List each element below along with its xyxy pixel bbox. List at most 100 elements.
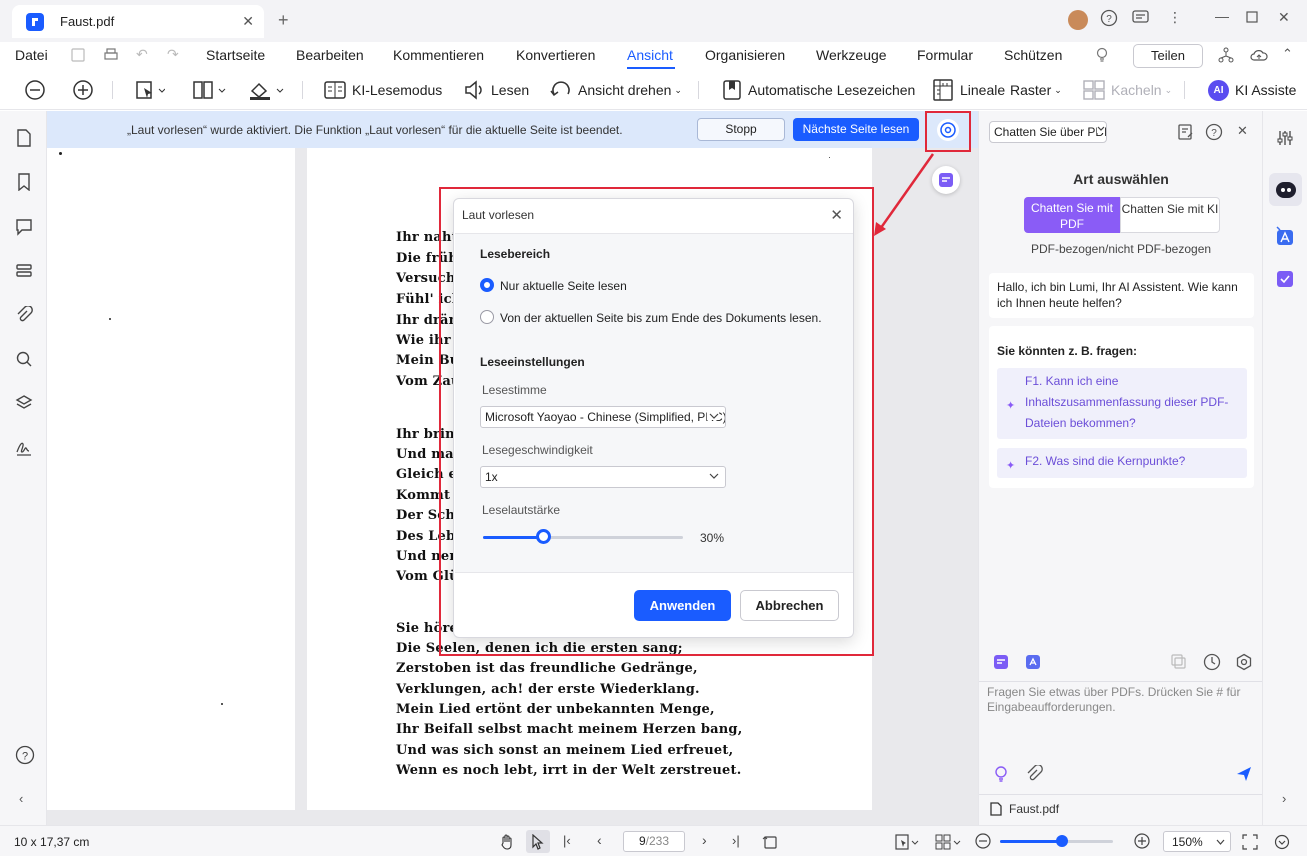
- menu-werkzeuge[interactable]: Werkzeuge: [816, 47, 887, 63]
- lesen-button[interactable]: Lesen: [463, 78, 529, 102]
- layers-icon[interactable]: [15, 394, 33, 412]
- background-color-icon[interactable]: [248, 78, 284, 102]
- undo-icon[interactable]: ↶: [136, 46, 148, 63]
- help-circle-icon[interactable]: ?: [15, 745, 35, 765]
- properties-icon[interactable]: [1276, 129, 1294, 147]
- document-tab[interactable]: Faust.pdf ✕: [12, 5, 264, 38]
- divider: [979, 681, 1263, 682]
- attach-icon[interactable]: [1025, 765, 1043, 783]
- send-icon[interactable]: [1235, 765, 1253, 783]
- workflow-icon[interactable]: [1218, 47, 1234, 63]
- raster-button[interactable]: Raster ⌄: [1010, 78, 1062, 102]
- help-icon[interactable]: ?: [1100, 9, 1118, 27]
- chat-with-pdf-button[interactable]: Chatten Sie mit PDF: [1024, 197, 1120, 233]
- menu-startseite[interactable]: Startseite: [206, 47, 265, 63]
- last-page-icon[interactable]: ›|: [732, 833, 740, 848]
- zoom-in-icon[interactable]: [1133, 832, 1151, 850]
- menu-schuetzen[interactable]: Schützen: [1004, 47, 1062, 63]
- previous-page-icon[interactable]: ‹: [597, 832, 602, 848]
- collapse-ribbon-icon[interactable]: ⌃: [1282, 46, 1293, 62]
- translate-icon[interactable]: [1275, 226, 1295, 246]
- menu-kommentieren[interactable]: Kommentieren: [393, 47, 484, 63]
- ki-lesemodus-button[interactable]: KI-Lesemodus: [324, 78, 442, 102]
- lightbulb-icon[interactable]: [1094, 46, 1110, 64]
- feedback-icon[interactable]: [1132, 10, 1149, 26]
- new-chat-icon[interactable]: [1177, 123, 1195, 141]
- select-tool-icon[interactable]: [135, 78, 165, 102]
- ki-assistent-button[interactable]: AI KI Assiste: [1208, 78, 1296, 102]
- menu-konvertieren[interactable]: Konvertieren: [516, 47, 595, 63]
- tab-close-icon[interactable]: ✕: [242, 13, 254, 30]
- comments-icon[interactable]: [15, 218, 33, 236]
- zoom-slider-thumb[interactable]: [1056, 835, 1069, 847]
- ai-robot-icon[interactable]: [1275, 180, 1297, 200]
- text-line: Und was sich sonst an meinem Lied erfreu…: [396, 743, 734, 758]
- fullscreen-icon[interactable]: [1242, 834, 1258, 850]
- chat-input[interactable]: Fragen Sie etwas über PDFs. Drücken Sie …: [987, 685, 1247, 715]
- lineale-button[interactable]: Lineale: [932, 78, 1005, 102]
- auto-bookmarks-button[interactable]: Automatische Lesezeichen: [722, 78, 915, 102]
- page-display-icon[interactable]: [935, 834, 961, 850]
- search-icon[interactable]: [15, 350, 33, 368]
- first-page-icon[interactable]: |‹: [563, 833, 571, 848]
- prompt-lightbulb-icon[interactable]: [993, 765, 1009, 783]
- avatar[interactable]: [1068, 10, 1088, 30]
- rotate-page-icon[interactable]: [762, 834, 778, 850]
- next-page-read-button[interactable]: Nächste Seite lesen: [793, 118, 919, 141]
- close-window-icon[interactable]: ✕: [1278, 9, 1290, 26]
- page-layout-icon[interactable]: [192, 78, 226, 102]
- page-speck: [109, 318, 111, 320]
- panel-close-icon[interactable]: ✕: [1237, 123, 1248, 139]
- translate-chat-icon[interactable]: [1025, 654, 1041, 670]
- minimize-icon[interactable]: —: [1215, 8, 1229, 24]
- zoom-in-icon[interactable]: [72, 78, 94, 102]
- save-icon[interactable]: [70, 47, 86, 63]
- ansicht-drehen-button[interactable]: Ansicht drehen ⌄: [550, 78, 682, 102]
- kacheln-button[interactable]: Kacheln ⌄: [1083, 78, 1172, 102]
- suggestion-q2[interactable]: ✦ F2. Was sind die Kernpunkte?: [997, 448, 1247, 478]
- menu-formular[interactable]: Formular: [917, 47, 973, 63]
- expand-panel-icon[interactable]: ›: [1282, 791, 1286, 806]
- print-icon[interactable]: [103, 47, 119, 63]
- next-page-icon[interactable]: ›: [702, 832, 707, 848]
- redo-icon[interactable]: ↷: [167, 46, 179, 63]
- check-task-icon[interactable]: [1276, 270, 1294, 288]
- more-icon[interactable]: ⋮: [1168, 9, 1182, 26]
- suggestion-q1[interactable]: ✦ F1. Kann ich eine Inhaltszusammenfassu…: [997, 368, 1247, 439]
- settings-icon[interactable]: [1235, 653, 1253, 671]
- zoom-level-select[interactable]: 150%: [1163, 831, 1231, 852]
- zoom-out-icon[interactable]: [24, 78, 46, 102]
- menu-bearbeiten[interactable]: Bearbeiten: [296, 47, 364, 63]
- suggestions-title: Sie könnten z. B. fragen:: [997, 344, 1138, 358]
- help-icon[interactable]: ?: [1205, 123, 1223, 141]
- chat-with-ai-button[interactable]: Chatten Sie mit KI: [1120, 197, 1220, 233]
- select-cursor-icon[interactable]: [531, 834, 545, 850]
- signature-icon[interactable]: [15, 438, 33, 456]
- bookmarks-icon[interactable]: [15, 173, 33, 191]
- left-sidebar: ? ‹: [0, 111, 47, 825]
- collapse-sidebar-icon[interactable]: ‹: [19, 791, 23, 806]
- menu-ansicht[interactable]: Ansicht: [627, 47, 673, 63]
- lesen-label: Lesen: [491, 82, 530, 98]
- share-button[interactable]: Teilen: [1133, 44, 1203, 68]
- collapse-statusbar-icon[interactable]: [1274, 834, 1290, 850]
- attachments-icon[interactable]: [15, 306, 33, 324]
- page-number-input[interactable]: 9/233: [623, 831, 685, 852]
- stop-button[interactable]: Stopp: [697, 118, 785, 141]
- history-icon[interactable]: [1203, 653, 1221, 671]
- separator: [112, 81, 113, 99]
- new-tab-icon[interactable]: +: [278, 10, 289, 31]
- zoom-out-icon[interactable]: [974, 832, 992, 850]
- chat-mode-select[interactable]: Chatten Sie über PDF: [989, 121, 1107, 143]
- menu-organisieren[interactable]: Organisieren: [705, 47, 785, 63]
- maximize-icon[interactable]: [1246, 11, 1258, 23]
- cloud-upload-icon[interactable]: [1250, 47, 1268, 63]
- hand-tool-icon[interactable]: [500, 834, 514, 850]
- fit-page-icon[interactable]: [895, 834, 919, 850]
- fields-icon[interactable]: [15, 262, 33, 280]
- highlight-box-settings: [925, 111, 971, 152]
- copy-icon[interactable]: [1171, 654, 1187, 670]
- pdf-chat-icon[interactable]: [993, 654, 1009, 670]
- page-thumbnails-icon[interactable]: [15, 129, 33, 147]
- menu-file[interactable]: Datei: [15, 47, 48, 63]
